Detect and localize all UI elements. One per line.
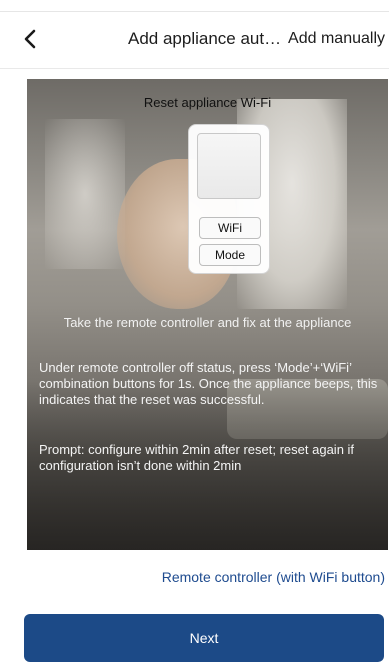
panel-title: Reset appliance Wi-Fi <box>143 95 272 110</box>
remote-wifi-button: WiFi <box>199 217 261 239</box>
header-bar: Add appliance auto... Add manually <box>0 12 389 68</box>
page-title: Add appliance auto... <box>128 29 283 48</box>
back-button[interactable] <box>18 26 44 52</box>
remote-screen <box>197 133 261 199</box>
page: Add appliance auto... Add manually Reset… <box>0 0 389 670</box>
add-manually-button[interactable]: Add manually <box>288 30 385 48</box>
header-divider <box>0 68 389 69</box>
remote-mode-button: Mode <box>199 244 261 266</box>
background-window-left <box>45 119 125 269</box>
instruction-panel: Reset appliance Wi-Fi WiFi Mode Take the… <box>27 79 388 550</box>
remote-controller-link[interactable]: Remote controller (with WiFi button) <box>162 569 385 585</box>
next-button[interactable]: Next <box>24 614 384 662</box>
chevron-left-icon <box>24 29 36 49</box>
remote-controller-illustration: WiFi Mode <box>188 124 270 274</box>
instruction-prompt-text: Prompt: configure within 2min after rese… <box>39 442 355 473</box>
instruction-main-text: Take the remote controller and fix at th… <box>63 315 352 330</box>
instruction-body-text: Under remote controller off status, pres… <box>39 360 378 407</box>
